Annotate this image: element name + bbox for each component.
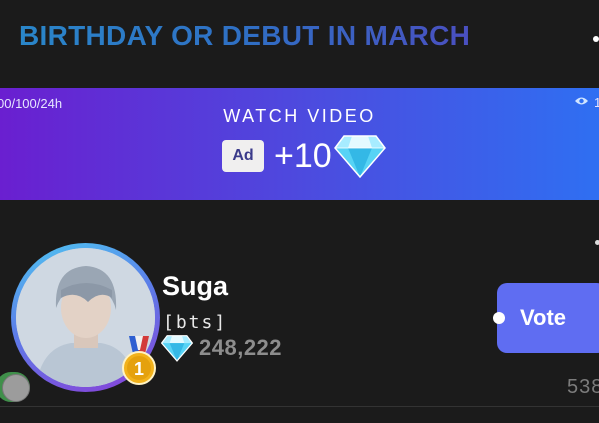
candidate-name: Suga (162, 271, 229, 301)
divider (0, 406, 599, 407)
reward-row: Ad +10 (222, 135, 386, 178)
diamond-icon (333, 135, 386, 178)
medal-icon: 1 (122, 336, 156, 385)
ad-badge: Ad (222, 140, 264, 172)
ticket-notch-left (493, 312, 505, 324)
candidate-group: [bts] (163, 312, 228, 333)
watch-video-banner[interactable]: 00/100/24h WATCH VIDEO Ad +10 1 (0, 88, 599, 200)
diamond-icon (161, 335, 193, 362)
votes-row: 248,222 (161, 334, 282, 362)
page-title: BIRTHDAY OR DEBUT IN MARCH (19, 20, 471, 51)
more-dot-mid (595, 240, 599, 245)
view-count: 1 (594, 95, 599, 110)
watch-video-heading: WATCH VIDEO (223, 106, 376, 126)
toggle[interactable] (0, 372, 30, 402)
side-stat: 538 (567, 376, 599, 398)
more-dot-top (593, 36, 599, 42)
vote-button-label: Vote (519, 305, 567, 330)
toggle-knob (2, 374, 30, 402)
rank-number: 1 (134, 359, 144, 379)
reward-amount: +10 (274, 137, 332, 175)
vote-button[interactable]: Vote (493, 283, 599, 353)
vote-count: 248,222 (199, 335, 283, 360)
eye-icon (575, 97, 588, 105)
